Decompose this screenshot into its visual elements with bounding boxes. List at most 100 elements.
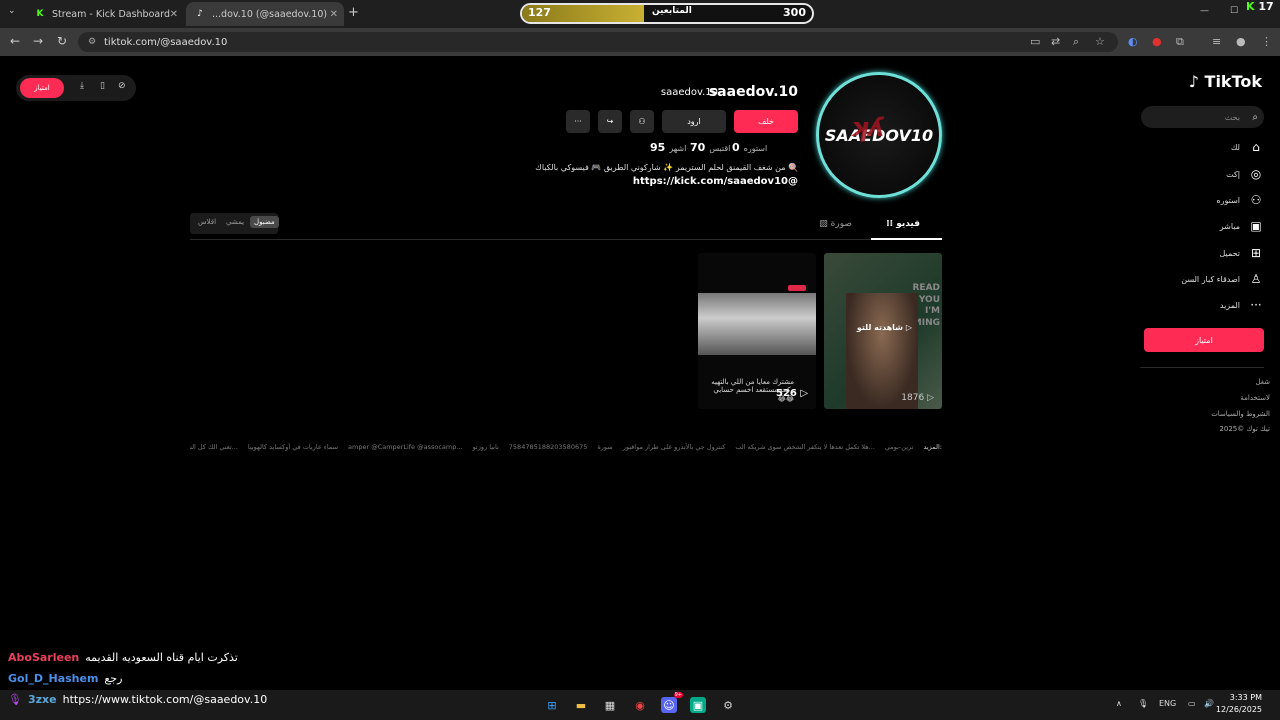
tiktok-logo[interactable]: ♪ TikTok [1189, 72, 1262, 91]
footer-link[interactable]: الشروط والسياسات [1211, 410, 1270, 418]
kick-count: 17 [1258, 0, 1274, 13]
search-icon[interactable]: ⌕ [1252, 112, 1258, 123]
follow-button[interactable]: خلف [734, 110, 798, 133]
clock-time: 3:33 PM [1229, 693, 1262, 702]
grid-icon: ⁞⁞ [886, 219, 894, 229]
media-icon[interactable]: ≡ [1212, 35, 1221, 48]
menu-icon[interactable]: ⋮ [1261, 35, 1272, 48]
sidebar-item-live[interactable]: مباشر ▣ [1220, 219, 1264, 233]
followers-goal-bar: 127 المتابعين 300 [520, 3, 814, 24]
phone-icon[interactable]: ▯ [100, 81, 105, 91]
tab-list-icon[interactable]: ⌄ [8, 6, 16, 16]
sidebar-item-profile[interactable]: اصدقاء كبار السن ♙ [1181, 272, 1264, 286]
video-card[interactable]: READ YOU I'M GAMING شاهدته للتو ▷ 1876 ▷ [824, 253, 942, 409]
share-button[interactable]: ↪ [598, 110, 622, 133]
add-friend-button[interactable]: ⚇ [630, 110, 654, 133]
steam-icon[interactable]: ⚙ [720, 697, 736, 713]
address-bar: ← → ↻ ⚙ tiktok.com/@saaedov.10 ▭ ⇄ ⌕ ☆ ◐… [0, 28, 1280, 56]
sidebar-item-explore[interactable]: إكت ◎ [1226, 167, 1264, 181]
chat-message: AboSarleen تذكرت ايام قناه السعوديه القد… [8, 651, 238, 664]
related-search-link[interactable]: كنترول جي بالأندرو على طرار مواقبور [623, 443, 726, 451]
related-search-link[interactable]: amper @CamperLife @assocamp... [348, 443, 463, 451]
install-icon[interactable]: ▭ [1030, 35, 1040, 48]
sidebar-item-foryou[interactable]: لك ⌂ [1231, 140, 1264, 154]
profile-avatar-icon[interactable]: ● [1236, 35, 1246, 48]
bookmark-star-icon[interactable]: ☆ [1095, 35, 1105, 48]
followers-current: 127 [528, 6, 551, 19]
sort-popular[interactable]: يمشي [226, 218, 244, 226]
tab-videos[interactable]: ⁞⁞ فيديو [886, 219, 920, 229]
video-card[interactable]: 526 ▷ مشترك معايا من اللي بالتهيه وكت مس… [698, 253, 816, 409]
zoom-icon[interactable]: ⌕ [1073, 35, 1079, 49]
discord-icon[interactable]: ☺ 9+ [661, 692, 683, 713]
translate-icon[interactable]: ⇄ [1051, 35, 1060, 48]
volume-icon[interactable]: 🔊 [1204, 699, 1214, 708]
extension-icon[interactable]: ◐ [1128, 35, 1138, 48]
tab-kick-dashboard[interactable]: K Stream - Kick Dashboard ✕ [26, 2, 184, 26]
related-search-link[interactable]: تغني الك كل التوفيق في رحلة حفظك... [190, 443, 238, 451]
related-search-link[interactable]: هلا تكمل تعدها لا يتكفر الشخص سوى شريكه … [735, 443, 875, 451]
windows-start-icon[interactable]: ⊞ [544, 697, 560, 713]
mic-tray-icon[interactable]: 🎙 [1138, 699, 1148, 708]
stat-value: 95 [650, 141, 666, 154]
close-icon[interactable]: ✕ [170, 9, 178, 20]
floating-panel: امتياز ⤓ ▯ ⊘ [16, 75, 136, 101]
extensions-puzzle-icon[interactable]: ⧉ [1176, 35, 1184, 49]
app-icon[interactable]: ▣ [690, 697, 706, 713]
extension-icon[interactable]: ● [1152, 35, 1162, 48]
close-icon[interactable]: ✕ [330, 9, 338, 20]
avatar[interactable]: ʞʎ SAAEDOV10 [816, 72, 942, 198]
compass-icon[interactable]: ⊘ [118, 81, 126, 91]
more-options-button[interactable]: ··· [566, 110, 590, 133]
minimize-icon[interactable]: — [1200, 6, 1209, 16]
chat-text: https://www.tiktok.com/@saaedov.10 [62, 693, 268, 706]
related-search-link[interactable]: 7584785188203580675 [509, 443, 588, 451]
sidebar-item-following[interactable]: استوره ⚇ [1216, 193, 1264, 207]
tab-photos[interactable]: ▨ صورة [819, 219, 852, 229]
language-indicator[interactable]: ENG [1159, 699, 1176, 708]
profile-nickname: saaedov.10 [660, 87, 718, 98]
maximize-icon[interactable]: ☐ [1230, 6, 1238, 16]
chat-text: تذكرت ايام قناه السعوديه القديمه [85, 651, 238, 664]
sidebar-divider [1140, 367, 1264, 368]
sidebar-item-more[interactable]: المزيد ··· [1220, 298, 1264, 312]
sidebar-item-upload[interactable]: تحميل ⊞ [1220, 246, 1265, 260]
reload-icon[interactable]: ↻ [57, 34, 67, 48]
forward-icon[interactable]: → [33, 34, 43, 48]
tiktok-page: امتياز ⤓ ▯ ⊘ ♪ TikTok بحث ⌕ لك ⌂ إكت ◎ است… [0, 56, 1280, 690]
more-icon: ··· [1250, 298, 1262, 312]
network-icon[interactable]: ▭ [1188, 699, 1196, 708]
file-explorer-icon[interactable]: ▬ [573, 697, 589, 713]
stat-likes: 95 اشهر [650, 141, 686, 154]
download-icon[interactable]: ⤓ [80, 81, 84, 91]
related-search-link[interactable]: سورة [597, 443, 612, 451]
stat-followers[interactable]: 70 اقتبس [690, 141, 730, 154]
clock[interactable]: 3:33 PM 12/26/2025 [1216, 692, 1262, 716]
footer-link[interactable]: شغل [1255, 378, 1270, 386]
related-search-link[interactable]: نابيا روزتو [473, 443, 499, 451]
floating-cta-button[interactable]: امتياز [20, 78, 64, 98]
sort-latest[interactable]: مضبول [250, 216, 279, 228]
store-icon[interactable]: ▦ [602, 697, 618, 713]
live-badge [788, 285, 806, 291]
search-input[interactable]: بحث ⌕ [1141, 106, 1264, 128]
clock-date: 12/26/2025 [1215, 705, 1262, 714]
url-field[interactable]: ⚙ tiktok.com/@saaedov.10 [78, 32, 1118, 52]
message-button[interactable]: ارود [662, 110, 726, 133]
sidebar-cta-button[interactable]: امتياز [1144, 328, 1264, 352]
back-icon[interactable]: ← [10, 34, 20, 48]
tray-chevron-icon[interactable]: ∧ [1116, 699, 1122, 708]
new-tab-icon[interactable]: + [348, 5, 359, 20]
tab-tiktok[interactable]: ♪ ...dov.10 (@saaedov.10) | TikTok ✕ [186, 2, 344, 26]
play-icon: ▷ [905, 323, 912, 332]
chrome-icon[interactable]: ◉ [632, 697, 648, 713]
mic-icon: 🎙 [8, 693, 22, 706]
sidebar-item-label: اصدقاء كبار السن [1181, 274, 1240, 284]
sort-oldest[interactable]: اقلاس [198, 218, 216, 226]
site-info-icon[interactable]: ⚙ [88, 37, 96, 47]
related-search-link[interactable]: سماء عازيات في أوكسايد كالهوبيا [248, 443, 338, 451]
related-search-link[interactable]: ترين-بومي [885, 443, 914, 451]
footer-link[interactable]: لاستخدامة [1240, 394, 1270, 402]
profile-link[interactable]: https://kick.com/saaedov10@ [633, 176, 798, 187]
stat-following[interactable]: 0 استوره [732, 141, 767, 154]
